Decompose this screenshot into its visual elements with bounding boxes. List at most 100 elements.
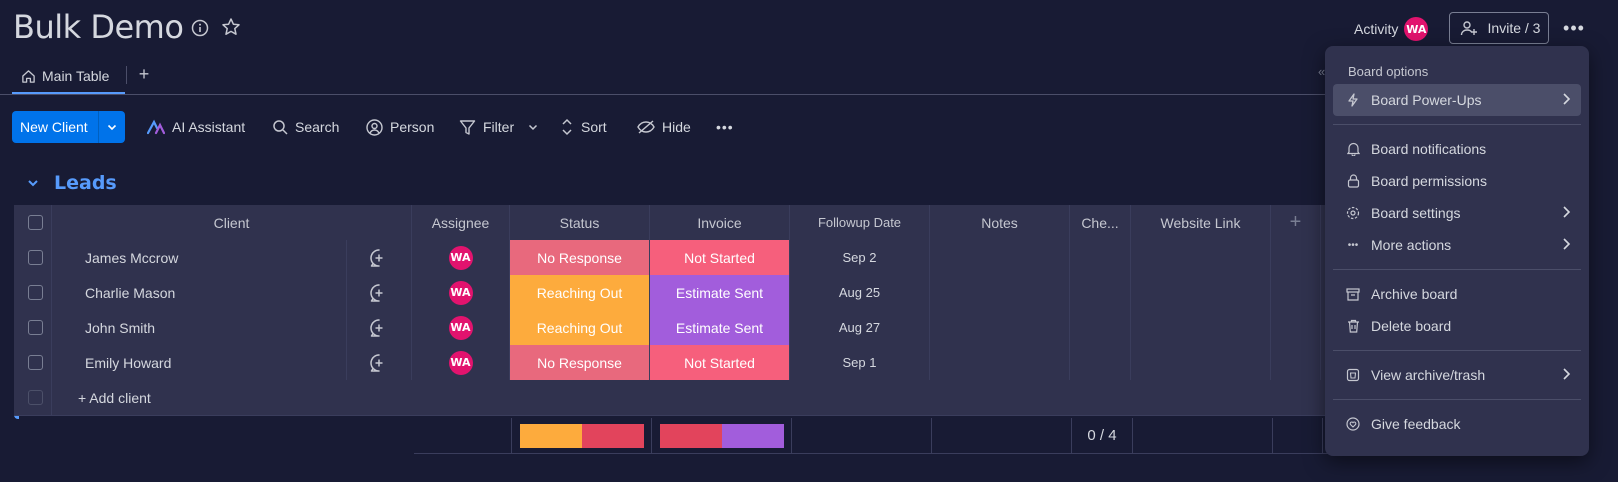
add-view-button[interactable]: + (134, 62, 154, 86)
notes-cell[interactable] (930, 310, 1070, 346)
client-name-cell[interactable]: Charlie Mason (52, 275, 347, 311)
column-header-notes[interactable]: Notes (930, 205, 1070, 241)
menu-item-archive-board[interactable]: Archive board (1333, 278, 1581, 310)
menu-item-delete-board[interactable]: Delete board (1333, 310, 1581, 342)
website-link-cell[interactable] (1131, 345, 1271, 381)
menu-divider (1333, 399, 1581, 400)
column-header-website-link[interactable]: Website Link (1131, 205, 1271, 241)
sort-button[interactable]: Sort (560, 111, 607, 143)
search-button[interactable]: Search (272, 111, 339, 143)
invoice-label: Not Started (650, 240, 789, 275)
board-title[interactable]: Bulk Demo (13, 8, 184, 46)
status-cell[interactable]: No Response (510, 345, 650, 381)
assignee-cell[interactable]: WA (412, 240, 510, 276)
search-label: Search (295, 119, 340, 135)
column-header-check[interactable]: Che... (1070, 205, 1131, 241)
ai-assistant-button[interactable]: AI Assistant (147, 111, 245, 143)
add-update-button[interactable] (347, 275, 412, 311)
tabs-divider (0, 94, 1330, 95)
status-label: Reaching Out (510, 310, 649, 345)
menu-item-more-actions[interactable]: ••• More actions (1333, 229, 1581, 261)
assignee-cell[interactable]: WA (412, 275, 510, 311)
notes-cell[interactable] (930, 275, 1070, 311)
chevron-right-icon (1561, 367, 1571, 381)
menu-item-board-settings[interactable]: Board settings (1333, 197, 1581, 229)
summary-assignee (414, 418, 512, 454)
check-cell[interactable] (1070, 310, 1131, 346)
add-update-button[interactable] (347, 310, 412, 346)
website-link-cell[interactable] (1131, 240, 1271, 276)
status-cell[interactable]: No Response (510, 240, 650, 276)
notes-cell[interactable] (930, 240, 1070, 276)
menu-item-label: Board settings (1371, 205, 1461, 221)
star-icon[interactable] (220, 16, 242, 38)
add-column-button[interactable]: + (1271, 205, 1321, 241)
group-title[interactable]: Leads (54, 172, 117, 194)
client-name-cell[interactable]: John Smith (52, 310, 347, 346)
add-update-button[interactable] (347, 240, 412, 276)
add-client-input[interactable]: + Add client (52, 380, 1325, 416)
summary-row: 0 / 4 (414, 418, 1383, 454)
add-update-button[interactable] (347, 345, 412, 381)
summary-status[interactable] (512, 418, 652, 454)
invoice-cell[interactable]: Not Started (650, 345, 790, 381)
chevron-down-icon[interactable] (527, 121, 539, 133)
dots-icon: ••• (1347, 239, 1359, 251)
menu-item-board-notifications[interactable]: Board notifications (1333, 133, 1581, 165)
summary-check: 0 / 4 (1072, 418, 1133, 454)
activity-button[interactable]: Activity WA (1354, 17, 1429, 41)
eye-off-icon (637, 119, 655, 135)
notes-cell[interactable] (930, 345, 1070, 381)
website-link-cell[interactable] (1131, 275, 1271, 311)
status-cell[interactable]: Reaching Out (510, 310, 650, 346)
new-client-button[interactable]: New Client (12, 111, 125, 143)
menu-item-give-feedback[interactable]: Give feedback (1333, 408, 1581, 440)
column-header-followup-date[interactable]: Followup Date (790, 205, 930, 241)
filter-button[interactable]: Filter (459, 111, 539, 143)
followup-date-cell[interactable]: Aug 25 (790, 275, 930, 311)
new-client-label[interactable]: New Client (12, 111, 98, 143)
client-name-cell[interactable]: Emily Howard (52, 345, 347, 381)
followup-date-cell[interactable]: Sep 1 (790, 345, 930, 381)
invoice-cell[interactable]: Estimate Sent (650, 310, 790, 346)
invite-button[interactable]: Invite / 3 (1449, 12, 1549, 44)
menu-item-board-permissions[interactable]: Board permissions (1333, 165, 1581, 197)
menu-item-label: More actions (1371, 237, 1452, 253)
info-icon[interactable] (189, 17, 211, 39)
row-checkbox[interactable] (14, 310, 52, 346)
status-cell[interactable]: Reaching Out (510, 275, 650, 311)
assignee-cell[interactable]: WA (412, 345, 510, 381)
summary-invoice[interactable] (652, 418, 792, 454)
column-header-status[interactable]: Status (510, 205, 650, 241)
check-cell[interactable] (1070, 275, 1131, 311)
more-toolbar-button[interactable]: ••• (716, 111, 734, 143)
chevron-down-icon[interactable] (26, 176, 40, 190)
check-cell[interactable] (1070, 240, 1131, 276)
followup-date-cell[interactable]: Sep 2 (790, 240, 930, 276)
column-header-assignee[interactable]: Assignee (412, 205, 510, 241)
empty-cell (1271, 310, 1321, 346)
invoice-cell[interactable]: Estimate Sent (650, 275, 790, 311)
row-checkbox[interactable] (14, 240, 52, 276)
tab-main-table[interactable]: Main Table (12, 60, 125, 94)
menu-item-board-power-ups[interactable]: Board Power-Ups (1333, 84, 1581, 116)
group-header[interactable]: Leads (26, 172, 117, 194)
row-checkbox[interactable] (14, 345, 52, 381)
row-checkbox[interactable] (14, 275, 52, 311)
column-header-invoice[interactable]: Invoice (650, 205, 790, 241)
hide-button[interactable]: Hide (637, 111, 691, 143)
board-menu-button[interactable]: ••• (1560, 14, 1588, 42)
followup-date-cell[interactable]: Aug 27 (790, 310, 930, 346)
client-name-cell[interactable]: James Mccrow (52, 240, 347, 276)
summary-website (1133, 418, 1273, 454)
invoice-cell[interactable]: Not Started (650, 240, 790, 276)
assignee-cell[interactable]: WA (412, 310, 510, 346)
select-all-checkbox[interactable] (14, 205, 52, 241)
menu-item-view-archive-trash[interactable]: View archive/trash (1333, 359, 1581, 391)
new-client-dropdown[interactable] (98, 111, 125, 143)
check-cell[interactable] (1070, 345, 1131, 381)
avatar: WA (1404, 17, 1429, 41)
person-filter-button[interactable]: Person (366, 111, 434, 143)
website-link-cell[interactable] (1131, 310, 1271, 346)
column-header-client[interactable]: Client (52, 205, 412, 241)
